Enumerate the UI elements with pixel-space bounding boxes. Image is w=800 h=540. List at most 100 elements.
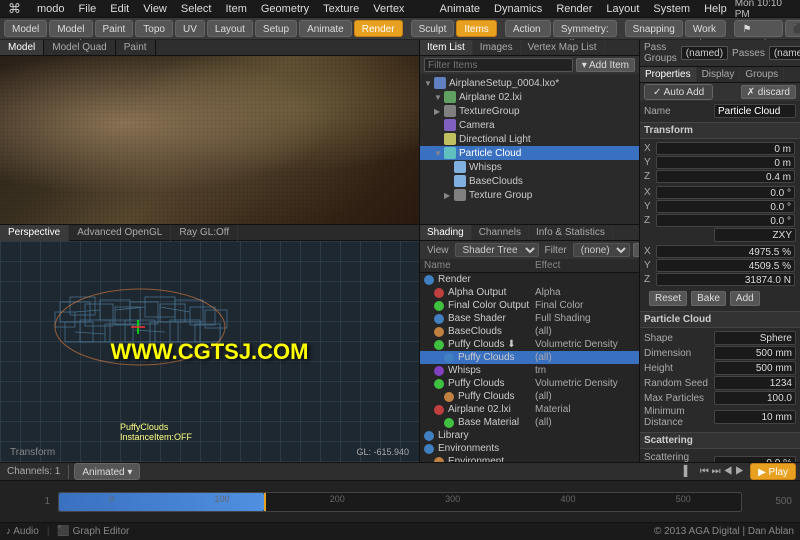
shading-item-renderer[interactable]: Render (420, 273, 639, 286)
vp3d-tab-raygl[interactable]: Ray GL:Off (171, 225, 238, 241)
add-item-button[interactable]: ▾ Add Item (576, 58, 635, 72)
list-item[interactable]: Whisps (420, 160, 639, 174)
pass-groups-named[interactable]: (named) (681, 46, 728, 60)
tab-layout[interactable]: Layout (207, 20, 253, 37)
rotation-order[interactable]: ZXY (714, 228, 796, 242)
tab-topo[interactable]: Topo (135, 20, 173, 37)
symmetry-button[interactable]: Symmetry: Off ▾ (553, 20, 617, 37)
render-vp-tab-modelquad[interactable]: Model Quad (44, 40, 115, 55)
tab-uv[interactable]: UV (175, 20, 205, 37)
tab-info-statistics[interactable]: Info & Statistics (529, 225, 613, 240)
menu-animate[interactable]: Animate (434, 0, 486, 18)
list-item[interactable]: ▶ Texture Group (420, 188, 639, 202)
auto-add-button[interactable]: ✓ Auto Add (644, 84, 713, 100)
sculpt-button[interactable]: Sculpt (411, 20, 455, 37)
list-item[interactable]: Directional Light (420, 132, 639, 146)
menu-vertex-map[interactable]: Vertex Map (367, 0, 431, 18)
list-item[interactable]: ▼ AirplaneSetup_0004.lxo* (420, 76, 639, 90)
action-center-button[interactable]: Action Center ▾ (505, 20, 551, 37)
tab-groups[interactable]: Groups (740, 67, 784, 82)
menu-edit[interactable]: Edit (104, 0, 135, 18)
menu-help[interactable]: Help (698, 0, 733, 18)
list-item[interactable]: BaseClouds (420, 174, 639, 188)
audio-label[interactable]: ♪ Audio (6, 526, 39, 537)
menu-select[interactable]: Select (175, 0, 218, 18)
shading-item-baseclouds[interactable]: BaseClouds (all) (420, 325, 639, 338)
filter-select[interactable]: (none) (573, 243, 630, 257)
workplane-button[interactable]: Work Plane (685, 20, 727, 37)
menu-texture[interactable]: Texture (317, 0, 365, 18)
tab-animate[interactable]: Animate (299, 20, 352, 37)
list-item[interactable]: ▶ TextureGroup (420, 104, 639, 118)
shader-tree-select[interactable]: Shader Tree (455, 243, 539, 257)
tab-shading[interactable]: Shading (420, 225, 472, 240)
shading-item-puffyclouds4[interactable]: Puffy Clouds (all) (420, 390, 639, 403)
shading-item-puffyclouds3[interactable]: Puffy Clouds Volumetric Density (420, 377, 639, 390)
min-distance-value[interactable]: 10 mm (714, 410, 796, 424)
menu-view[interactable]: View (137, 0, 173, 18)
tab-vertex-map-list[interactable]: Vertex Map List (521, 40, 605, 55)
tab-model[interactable]: Model (4, 20, 47, 37)
passes-named[interactable]: (named) (769, 46, 800, 60)
menu-file[interactable]: File (73, 0, 103, 18)
tab-channels[interactable]: Channels (472, 225, 529, 240)
menu-render[interactable]: Render (550, 0, 598, 18)
render-window-button[interactable]: ⬛ Render Window (785, 20, 800, 37)
shading-item-puffyclouds1[interactable]: Puffy Clouds ⬇ Volumetric Density (420, 338, 639, 351)
graph-editor-label[interactable]: ⬛ Graph Editor (57, 526, 129, 537)
add-button[interactable]: Add (730, 291, 760, 306)
shading-item-alpha[interactable]: Alpha Output Alpha (420, 286, 639, 299)
snapping-button[interactable]: Snapping (625, 20, 683, 37)
apple-menu[interactable]: ⌘ (4, 1, 25, 17)
rot-y-value[interactable]: 0.0 ° (656, 200, 795, 213)
viewport-3d[interactable]: Perspective Advanced OpenGL Ray GL:Off W… (0, 225, 419, 462)
list-item[interactable]: Camera (420, 118, 639, 132)
menu-item[interactable]: Item (219, 0, 252, 18)
scale-y-value[interactable]: 4509.5 % (656, 259, 795, 272)
particle-cloud-section-title[interactable]: Particle Cloud (640, 311, 800, 328)
pos-z-value[interactable]: 0.4 m (656, 170, 795, 183)
reset-button[interactable]: Reset (649, 291, 687, 306)
scattering-section-title[interactable]: Scattering (640, 432, 800, 449)
tab-images[interactable]: Images (473, 40, 521, 55)
menu-layout[interactable]: Layout (600, 0, 645, 18)
shading-item-finalcolor[interactable]: Final Color Output Final Color (420, 299, 639, 312)
tab-setup[interactable]: Setup (255, 20, 297, 37)
height-value[interactable]: 500 mm (714, 361, 796, 375)
menu-dynamics[interactable]: Dynamics (488, 0, 548, 18)
render-vp-tab-paint[interactable]: Paint (116, 40, 156, 55)
shading-item-library[interactable]: Library (420, 429, 639, 442)
rot-x-value[interactable]: 0.0 ° (656, 186, 795, 199)
shape-value[interactable]: Sphere (714, 331, 796, 345)
tab-display[interactable]: Display (697, 67, 741, 82)
shading-item-airplane02[interactable]: Airplane 02.lxi Material (420, 403, 639, 416)
tab-properties[interactable]: Properties (640, 67, 697, 82)
animated-button[interactable]: Animated ▾ (74, 463, 140, 480)
menu-system[interactable]: System (647, 0, 696, 18)
random-seed-value[interactable]: 1234 (714, 376, 796, 390)
rot-z-value[interactable]: 0.0 ° (656, 214, 795, 227)
play-button[interactable]: ▶ Play (750, 463, 796, 480)
render-vp-tab-model[interactable]: Model (0, 40, 44, 55)
bake-button[interactable]: Bake (691, 291, 726, 306)
vp3d-tab-advanced[interactable]: Advanced OpenGL (69, 225, 171, 241)
dimension-value[interactable]: 500 mm (714, 346, 796, 360)
shading-item-basematerial[interactable]: Base Material (all) (420, 416, 639, 429)
items-button[interactable]: Items (456, 20, 496, 37)
transform-section-title[interactable]: Transform (640, 122, 800, 139)
tab-render[interactable]: Render (354, 20, 403, 37)
assign-material-button[interactable]: Assign Material (633, 243, 639, 257)
max-particles-value[interactable]: 100.0 (714, 391, 796, 405)
pos-x-value[interactable]: 0 m (656, 142, 795, 155)
name-value[interactable]: Particle Cloud (714, 104, 796, 118)
menu-modo[interactable]: modo (31, 0, 71, 18)
tab-model-quad[interactable]: Model Quad (49, 20, 92, 37)
shading-item-baseshader[interactable]: Base Shader Full Shading (420, 312, 639, 325)
list-item[interactable]: ▼ Particle Cloud (420, 146, 639, 160)
scattering-dir-value[interactable]: 0.0 % (714, 456, 796, 462)
shading-item-environment[interactable]: Environment (420, 455, 639, 462)
shading-item-whisps[interactable]: Whisps tm (420, 364, 639, 377)
timeline-track[interactable]: 0 100 200 300 400 500 (58, 492, 742, 512)
shading-item-environments[interactable]: Environments (420, 442, 639, 455)
menu-geometry[interactable]: Geometry (255, 0, 315, 18)
